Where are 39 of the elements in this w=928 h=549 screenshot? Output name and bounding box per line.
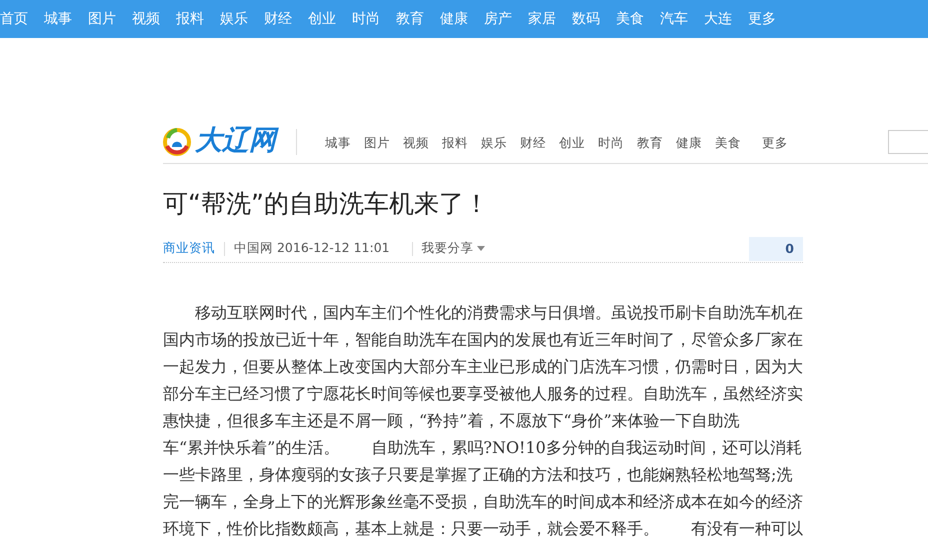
nav-link[interactable]: 创业: [308, 8, 336, 30]
nav-link[interactable]: 城事: [325, 134, 351, 150]
article-paragraph: 移动互联网时代，国内车主们个性化的消费需求与日俱增。虽说投币刷卡自助洗车机在 国内市场的投放已近十年，智能自助洗车在国内的发展也有近三年时间了，尽管众多厂家在 一起发力，但要从整体上改变国内大部分车主业已形成的门店洗车习惯，仍需时日，因为大 部分车主已经习惯了宁愿花长时间等候也要享受被他人服务的过程。自助洗车，虽然经济实 惠快捷，但很多车主还是不屑一顾，“矜持”着，不愿放下“身价”来体验一下自助洗 车“累并快乐着”的生活。 自助洗车，累吗?NO!10多分钟的自我运动时间，还可以消耗 一些卡路里，身体瘦弱的女孩子只要是掌握了正确的方法和技巧，也能娴熟轻松地驾驽;洗 完一辆车，全身上下的光辉形象丝毫不受损，自助洗车的时间成本和经济成本在如今的经济 环境下，性价比指数颇高，基本上就是：只要一动手，就会爱不释手。 有没有一种可以: [163, 302, 803, 540]
nav-link[interactable]: 创业: [559, 134, 585, 150]
share-button[interactable]: 我要分享: [422, 239, 485, 258]
nav-link[interactable]: 娱乐: [481, 134, 507, 150]
nav-link[interactable]: 更多: [762, 134, 788, 150]
nav-link[interactable]: 美食: [616, 8, 644, 30]
nav-link[interactable]: 健康: [440, 8, 468, 30]
logo-icon: [163, 128, 191, 156]
nav-link[interactable]: 美食: [715, 134, 741, 150]
nav-link[interactable]: 大连: [704, 8, 732, 30]
nav-link[interactable]: 时尚: [352, 8, 380, 30]
nav-link[interactable]: 娱乐: [220, 8, 248, 30]
nav-link[interactable]: 房产: [484, 8, 512, 30]
nav-link[interactable]: 数码: [572, 8, 600, 30]
nav-link[interactable]: 图片: [88, 8, 116, 30]
nav-link[interactable]: 首页: [0, 8, 28, 30]
caret-icon: [476, 246, 485, 251]
comment-count[interactable]: 0: [749, 236, 803, 260]
nav-link[interactable]: 教育: [637, 134, 663, 150]
nav-link[interactable]: 家居: [528, 8, 556, 30]
nav-link[interactable]: 财经: [264, 8, 292, 30]
article-title: 可“帮洗”的自助洗车机来了！: [163, 189, 490, 219]
nav-link[interactable]: 视频: [132, 8, 160, 30]
nav-link[interactable]: 图片: [364, 134, 390, 150]
search-field[interactable]: [888, 130, 928, 154]
nav-link[interactable]: 汽车: [660, 8, 688, 30]
nav-link[interactable]: 报料: [442, 134, 468, 150]
nav-link[interactable]: 健康: [676, 134, 702, 150]
nav-link[interactable]: 城事: [44, 8, 72, 30]
nav-link[interactable]: 视频: [403, 134, 429, 150]
source-date: 中国网 2016-12-12 11:01: [234, 239, 390, 258]
category-link[interactable]: 商业资讯: [163, 239, 215, 258]
nav-link[interactable]: 教育: [396, 8, 424, 30]
nav-link[interactable]: 更多: [748, 8, 776, 30]
nav-link[interactable]: 报料: [176, 8, 204, 30]
nav-link[interactable]: 时尚: [598, 134, 624, 150]
nav-link[interactable]: 财经: [520, 134, 546, 150]
